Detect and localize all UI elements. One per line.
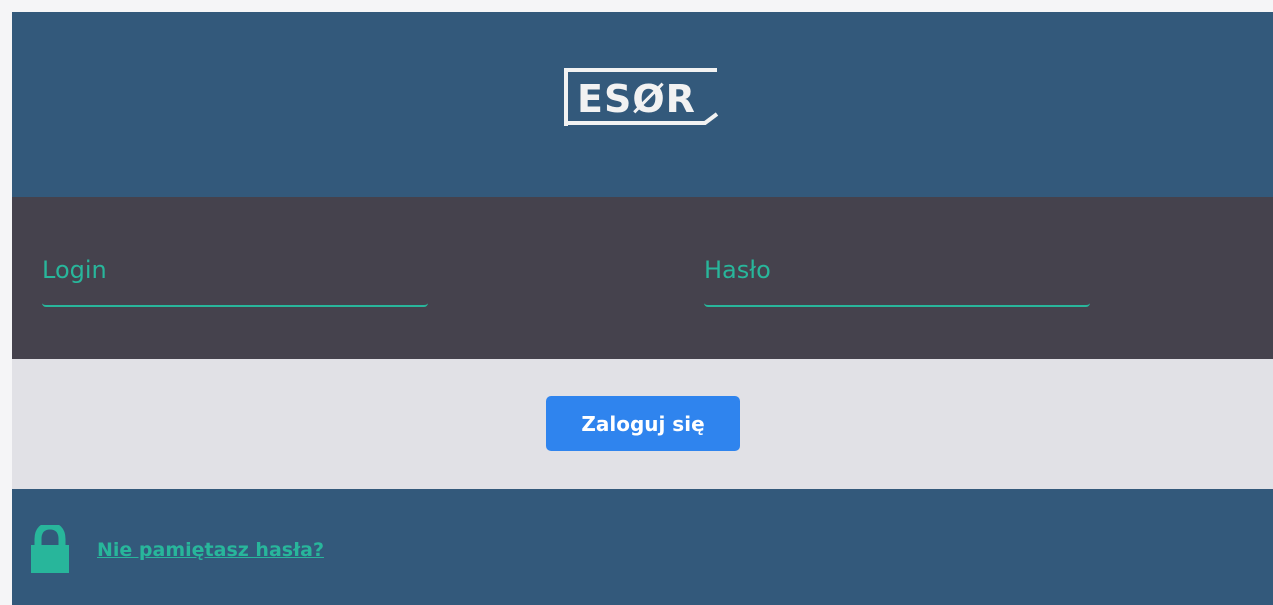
password-field-group — [704, 197, 1090, 359]
logo-text: ESØR — [577, 77, 696, 121]
password-help-footer: Nie pamiętasz hasła? — [12, 489, 1273, 605]
login-input[interactable] — [42, 247, 428, 307]
esor-logo: ESØR — [564, 68, 719, 126]
login-button[interactable]: Zaloguj się — [546, 396, 740, 451]
password-input[interactable] — [704, 247, 1090, 307]
login-field-group — [42, 197, 428, 359]
lock-icon — [31, 525, 69, 573]
login-page: ESØR Zaloguj się Nie pamiętasz hasła? — [12, 12, 1273, 605]
login-actions: Zaloguj się — [12, 359, 1273, 489]
credentials-section — [12, 197, 1273, 359]
forgot-password-link[interactable]: Nie pamiętasz hasła? — [97, 539, 324, 561]
app-header: ESØR — [12, 12, 1273, 197]
